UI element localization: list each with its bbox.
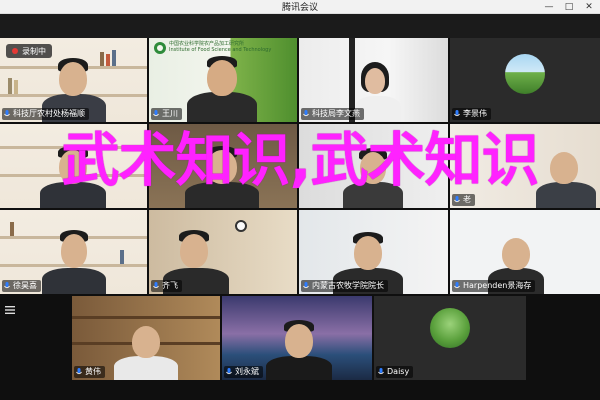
participant-name-tag: 内蒙古农牧学院院长 xyxy=(301,280,388,292)
participant-name: 老 xyxy=(463,195,471,204)
participant-tile-9[interactable]: 徐昊喜 xyxy=(0,210,147,294)
participant-tile-3[interactable]: 科技局李文燕 xyxy=(299,38,448,122)
participant-tile-12[interactable]: Harpenden景海存 xyxy=(450,210,600,294)
mic-on-icon xyxy=(378,368,384,375)
participant-name: 王川 xyxy=(162,109,178,118)
participant-tile-2[interactable]: 中国农业科学院农产品加工研究所 Institute of Food Scienc… xyxy=(149,38,297,122)
participant-tile-13[interactable]: 黄伟 xyxy=(72,296,220,380)
participant-name: 黄伟 xyxy=(85,367,101,376)
window-controls: — □ ✕ xyxy=(544,0,594,14)
mic-on-icon xyxy=(153,282,159,289)
participant-name: 科技厅农村处杨福顺 xyxy=(13,109,85,118)
mic-on-icon xyxy=(4,282,10,289)
mic-on-icon xyxy=(454,110,460,117)
meeting-toolbar xyxy=(0,14,600,38)
participant-tile-14[interactable]: 刘永斌 xyxy=(222,296,372,380)
watermark-overlay: 武术知识,武术知识 xyxy=(61,126,539,194)
participant-name: 内蒙古农牧学院院长 xyxy=(312,281,384,290)
institute-logo-icon xyxy=(154,42,166,54)
wall-clock xyxy=(235,220,247,232)
video-grid: 录制中 科技厅农村处杨福顺 中国农业科学院农产品加工研究所 Institute … xyxy=(0,38,600,400)
participant-list-icon[interactable] xyxy=(4,304,16,316)
mic-on-icon xyxy=(303,110,309,117)
book xyxy=(112,50,116,66)
participant-name-tag: 黄伟 xyxy=(74,366,105,378)
shelf xyxy=(72,316,220,319)
book xyxy=(10,222,14,236)
mic-on-icon xyxy=(4,110,10,117)
participant-name: 刘永斌 xyxy=(235,367,259,376)
participant-name: 徐昊喜 xyxy=(13,281,37,290)
book xyxy=(14,80,18,94)
participant-avatar xyxy=(505,54,545,94)
participant-tile-4[interactable]: 李景伟 xyxy=(450,38,600,122)
book xyxy=(8,78,12,94)
participant-name: Harpenden景海存 xyxy=(463,281,532,290)
participant-name-tag: 王川 xyxy=(151,108,182,120)
window-titlebar: 腾讯会议 — □ ✕ xyxy=(0,0,600,14)
recording-label: 录制中 xyxy=(22,46,46,56)
org-banner-line2: Institute of Food Science and Technology xyxy=(169,47,272,53)
minimize-button[interactable]: — xyxy=(544,0,554,14)
mic-on-icon xyxy=(454,282,460,289)
org-banner: 中国农业科学院农产品加工研究所 Institute of Food Scienc… xyxy=(169,41,271,53)
book xyxy=(120,250,124,264)
participant-name-tag: 齐飞 xyxy=(151,280,182,292)
book xyxy=(106,54,110,66)
record-dot-icon xyxy=(12,48,18,54)
participant-name-tag: 老 xyxy=(452,194,475,206)
participant-name: 科技局李文燕 xyxy=(312,109,360,118)
recording-indicator: 录制中 xyxy=(6,44,52,58)
participant-name-tag: 刘永斌 xyxy=(224,366,263,378)
participant-name: Daisy xyxy=(387,367,410,376)
mic-on-icon xyxy=(153,110,159,117)
mic-on-icon xyxy=(303,282,309,289)
participant-name-tag: 李景伟 xyxy=(452,108,491,120)
participant-name: 李景伟 xyxy=(463,109,487,118)
mic-on-icon xyxy=(226,368,232,375)
participant-avatar xyxy=(430,308,470,348)
participant-tile-11[interactable]: 内蒙古农牧学院院长 xyxy=(299,210,448,294)
participant-name-tag: 科技局李文燕 xyxy=(301,108,364,120)
book xyxy=(100,52,104,66)
participant-name-tag: 科技厅农村处杨福顺 xyxy=(2,108,89,120)
participant-tile-10[interactable]: 齐飞 xyxy=(149,210,297,294)
participant-name: 齐飞 xyxy=(162,281,178,290)
participant-name-tag: Harpenden景海存 xyxy=(452,280,536,292)
mic-on-icon xyxy=(76,368,82,375)
participant-tile-1[interactable]: 录制中 科技厅农村处杨福顺 xyxy=(0,38,147,122)
participant-name-tag: 徐昊喜 xyxy=(2,280,41,292)
participant-tile-15[interactable]: Daisy xyxy=(374,296,526,380)
window-title: 腾讯会议 xyxy=(281,3,318,13)
participant-name-tag: Daisy xyxy=(376,366,414,378)
close-button[interactable]: ✕ xyxy=(584,0,594,14)
mic-on-icon xyxy=(454,196,460,203)
maximize-button[interactable]: □ xyxy=(564,0,574,14)
